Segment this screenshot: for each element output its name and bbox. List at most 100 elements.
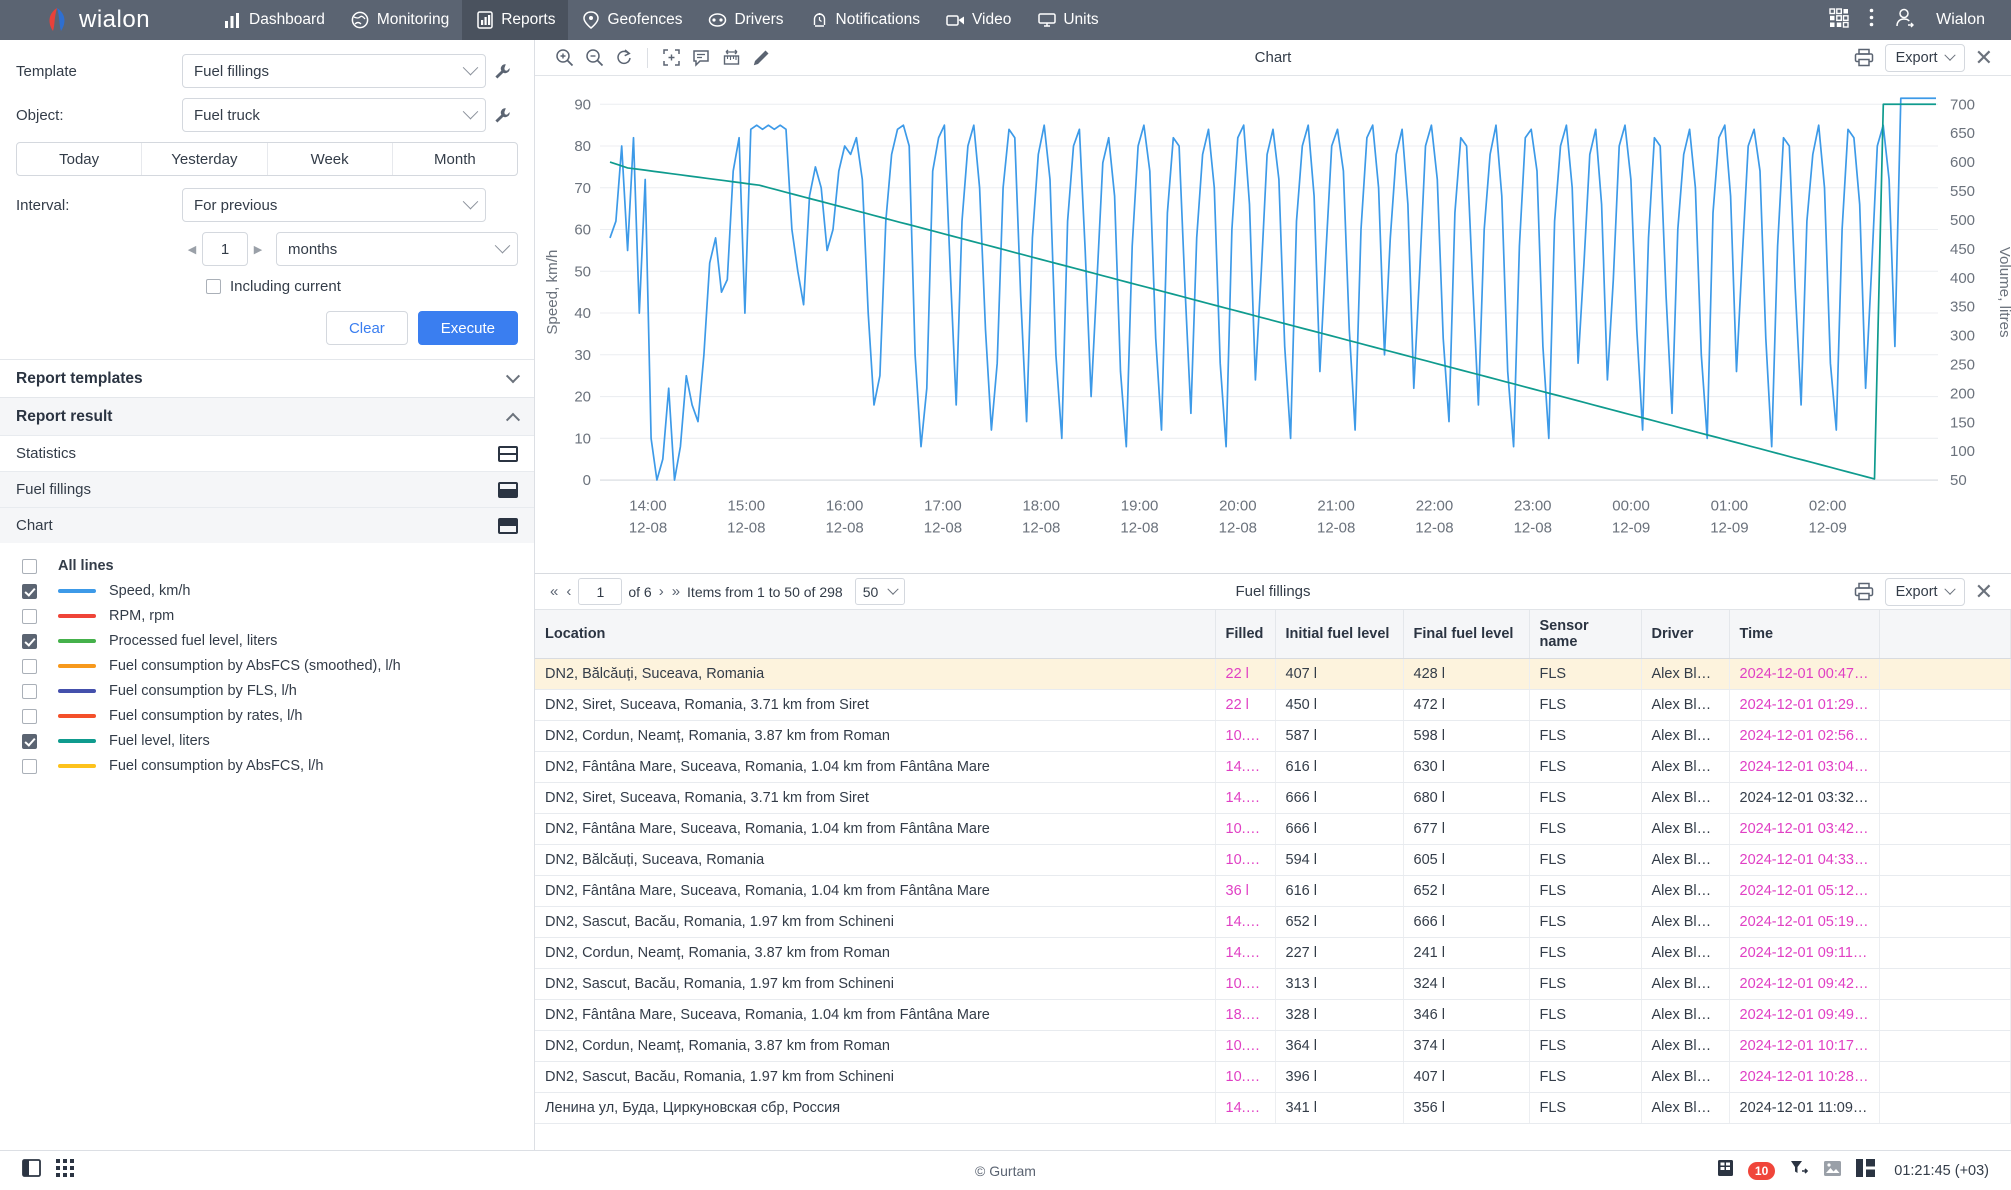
table-row[interactable]: DN2, Sascut, Bacău, Romania, 1.97 km fro…	[535, 1061, 2011, 1093]
column-header-initial-fuel-level[interactable]: Initial fuel level	[1275, 610, 1404, 659]
reset-zoom-icon[interactable]	[609, 44, 639, 72]
table-row[interactable]: DN2, Siret, Suceava, Romania, 3.71 km fr…	[535, 689, 2011, 721]
column-header-driver[interactable]: Driver	[1641, 610, 1730, 659]
bottom-panel-icon[interactable]	[498, 481, 518, 498]
messages-icon[interactable]	[1717, 1159, 1734, 1182]
chart-plot-area[interactable]: 0 10 20 30 40 50 60 70 80 90 Speed, km/h 50 100 150 20…	[535, 76, 2011, 573]
alerts-icon[interactable]	[1789, 1159, 1809, 1182]
all-lines-checkbox[interactable]	[22, 558, 37, 574]
nav-item-geofences[interactable]: Geofences	[568, 0, 695, 40]
column-header-sensor-name[interactable]: Sensor name	[1529, 610, 1642, 659]
print-icon[interactable]	[1849, 44, 1879, 72]
zoom-in-icon[interactable]	[549, 44, 579, 72]
nav-item-dashboard[interactable]: Dashboard	[210, 0, 338, 40]
table-row[interactable]: DN2, Fântâna Mare, Suceava, Romania, 1.0…	[535, 751, 2011, 783]
column-header-final-fuel-level[interactable]: Final fuel level	[1403, 610, 1530, 659]
apps-grid-icon[interactable]	[1829, 7, 1849, 33]
nav-item-reports[interactable]: Reports	[462, 0, 569, 40]
table-row[interactable]: DN2, Bălcăuți, Suceava, Romania 22 l 407 l…	[535, 658, 2011, 690]
object-settings-icon[interactable]	[486, 107, 518, 124]
last-page-icon[interactable]: »	[671, 583, 681, 600]
page-size-select[interactable]: 50	[854, 578, 906, 605]
template-select[interactable]: Fuel fillings	[182, 54, 486, 88]
table-row[interactable]: Ленина ул, Буда, Циркуновская сбр, Росси…	[535, 1092, 2011, 1124]
table-row[interactable]: DN2, Siret, Suceava, Romania, 3.71 km fr…	[535, 782, 2011, 814]
legend-item-fuel-consumption-absfcs[interactable]: Fuel consumption by AbsFCS, l/h	[22, 755, 534, 777]
nav-item-units[interactable]: Units	[1024, 0, 1111, 40]
interval-unit-select[interactable]: months	[276, 232, 518, 266]
result-row-statistics[interactable]: Statistics	[0, 435, 534, 471]
column-header-time[interactable]: Time	[1729, 610, 1880, 659]
table-row[interactable]: DN2, Cordun, Neamț, Romania, 3.87 km fro…	[535, 937, 2011, 969]
chart-close-icon[interactable]: ✕	[1971, 46, 1997, 69]
legend-checkbox[interactable]	[22, 708, 37, 724]
page-number-input[interactable]: 1	[578, 578, 623, 605]
table-row[interactable]: DN2, Fântâna Mare, Suceava, Romania, 1.0…	[535, 813, 2011, 845]
brand-logo[interactable]: wialon	[0, 6, 210, 34]
edit-icon[interactable]	[746, 44, 776, 72]
table-row[interactable]: DN2, Sascut, Bacău, Romania, 1.97 km fro…	[535, 968, 2011, 1000]
measure-icon[interactable]	[716, 44, 746, 72]
interval-select[interactable]: For previous	[182, 188, 486, 222]
fullscreen-icon[interactable]	[656, 44, 686, 72]
legend-item-fuel-level[interactable]: Fuel level, liters	[22, 730, 534, 752]
legend-checkbox[interactable]	[22, 633, 37, 649]
legend-item-fuel-consumption-absfcs-smoothed[interactable]: Fuel consumption by AbsFCS (smoothed), l…	[22, 655, 534, 677]
user-avatar-icon[interactable]	[1894, 7, 1916, 34]
zoom-out-icon[interactable]	[579, 44, 609, 72]
legend-item-fuel-consumption-fls[interactable]: Fuel consumption by FLS, l/h	[22, 680, 534, 702]
legend-checkbox[interactable]	[22, 758, 37, 774]
legend-checkbox[interactable]	[22, 683, 37, 699]
legend-checkbox[interactable]	[22, 733, 37, 749]
chart-export-button[interactable]: Export	[1884, 43, 1965, 72]
top-panel-icon[interactable]	[498, 517, 518, 534]
execute-button[interactable]: Execute	[417, 311, 518, 345]
nav-item-notifications[interactable]: Notifications	[797, 0, 933, 40]
object-select[interactable]: Fuel truck	[182, 98, 486, 132]
image-icon[interactable]	[1823, 1160, 1842, 1182]
column-header-filled[interactable]: Filled	[1215, 610, 1276, 659]
report-result-accordion[interactable]: Report result	[0, 397, 534, 435]
clear-button[interactable]: Clear	[325, 311, 408, 345]
quick-tab-month[interactable]: Month	[393, 143, 517, 175]
column-header-location[interactable]: Location	[535, 610, 1216, 659]
split-layout-icon[interactable]	[498, 445, 518, 462]
table-scroll-container[interactable]: Location Filled Initial fuel level Final fu…	[535, 610, 2011, 1150]
result-row-chart[interactable]: Chart	[0, 507, 534, 543]
kebab-menu-icon[interactable]	[1869, 8, 1874, 32]
nav-item-video[interactable]: Video	[933, 0, 1024, 40]
legend-item-speed[interactable]: Speed, km/h	[22, 580, 534, 602]
quick-tab-yesterday[interactable]: Yesterday	[142, 143, 268, 175]
table-row[interactable]: DN2, Sascut, Bacău, Romania, 1.97 km fro…	[535, 906, 2011, 938]
prev-page-icon[interactable]: ‹	[565, 583, 572, 600]
quick-tab-today[interactable]: Today	[17, 143, 143, 175]
including-current-checkbox[interactable]	[206, 279, 221, 294]
legend-item-processed-fuel-level[interactable]: Processed fuel level, liters	[22, 630, 534, 652]
legend-item-rpm[interactable]: RPM, rpm	[22, 605, 534, 627]
legend-checkbox[interactable]	[22, 608, 37, 624]
legend-checkbox[interactable]	[22, 583, 37, 599]
first-page-icon[interactable]: «	[549, 583, 559, 600]
user-name-label[interactable]: Wialon	[1936, 11, 1985, 29]
table-row[interactable]: DN2, Fântâna Mare, Suceava, Romania, 1.0…	[535, 875, 2011, 907]
panels-icon[interactable]	[1856, 1159, 1876, 1182]
table-close-icon[interactable]: ✕	[1971, 580, 1997, 603]
table-row[interactable]: DN2, Cordun, Neamț, Romania, 3.87 km fro…	[535, 1030, 2011, 1062]
template-settings-icon[interactable]	[486, 63, 518, 80]
legend-all-lines[interactable]: All lines	[22, 555, 534, 577]
legend-checkbox[interactable]	[22, 658, 37, 674]
interval-count-input[interactable]: 1	[202, 232, 248, 266]
table-row[interactable]: DN2, Cordun, Neamț, Romania, 3.87 km fro…	[535, 720, 2011, 752]
next-page-icon[interactable]: ›	[658, 583, 665, 600]
table-export-button[interactable]: Export	[1884, 577, 1965, 606]
table-row[interactable]: DN2, Bălcăuți, Suceava, Romania 10.80 l 59…	[535, 844, 2011, 876]
print-icon[interactable]	[1849, 578, 1879, 606]
nav-item-drivers[interactable]: Drivers	[695, 0, 796, 40]
increment-icon[interactable]: ▶	[248, 243, 268, 256]
nav-item-monitoring[interactable]: Monitoring	[338, 0, 462, 40]
table-row[interactable]: DN2, Fântâna Mare, Suceava, Romania, 1.0…	[535, 999, 2011, 1031]
including-current-row[interactable]: Including current	[206, 278, 518, 295]
report-templates-accordion[interactable]: Report templates	[0, 359, 534, 397]
result-row-fuel-fillings[interactable]: Fuel fillings	[0, 471, 534, 507]
comment-icon[interactable]	[686, 44, 716, 72]
